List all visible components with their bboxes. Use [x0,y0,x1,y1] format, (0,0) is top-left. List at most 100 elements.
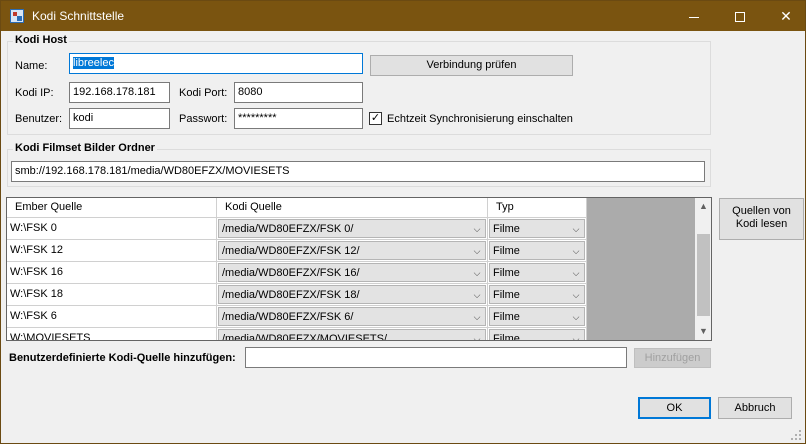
kodi-source-value: /media/WD80EFZX/FSK 16/ [222,267,360,279]
kodi-source-dropdown[interactable]: /media/WD80EFZX/FSK 6/ ⌵ [217,306,488,328]
scrollbar-thumb[interactable] [697,234,710,316]
type-dropdown[interactable]: Filme ⌵ [488,262,587,284]
read-sources-button[interactable]: Quellen von Kodi lesen [719,198,804,240]
dropdown-face: /media/WD80EFZX/FSK 0/ ⌵ [218,219,486,238]
column-header-type[interactable]: Typ [488,198,587,218]
type-value: Filme [493,289,520,301]
type-dropdown[interactable]: Filme ⌵ [488,240,587,262]
movieset-folder-legend: Kodi Filmset Bilder Ordner [13,142,157,154]
close-button[interactable]: ✕ [763,1,806,31]
port-field[interactable]: 8080 [234,82,363,103]
chevron-down-icon: ⌵ [473,246,481,256]
name-field[interactable]: libreelec [69,53,363,74]
dropdown-face: /media/WD80EFZX/FSK 18/ ⌵ [218,285,486,304]
chevron-down-icon: ⌵ [473,224,481,234]
ip-label: Kodi IP: [15,87,54,99]
type-dropdown[interactable]: Filme ⌵ [488,306,587,328]
dropdown-face: Filme ⌵ [489,263,585,282]
dropdown-face: Filme ⌵ [489,241,585,260]
dropdown-face: Filme ⌵ [489,307,585,326]
kodi-source-value: /media/WD80EFZX/FSK 18/ [222,289,360,301]
add-source-button[interactable]: Hinzufügen [634,348,711,368]
type-dropdown[interactable]: Filme ⌵ [488,284,587,306]
realtime-sync-label[interactable]: Echtzeit Synchronisierung einschalten [387,113,573,125]
dropdown-face: Filme ⌵ [489,285,585,304]
realtime-sync-checkbox[interactable]: ✓ [369,112,382,125]
chevron-down-icon: ⌵ [473,268,481,278]
cancel-button[interactable]: Abbruch [718,397,792,419]
grip-dot [795,434,797,436]
chevron-down-icon: ⌵ [572,246,580,256]
grip-dot [799,430,801,432]
sources-grid[interactable]: Ember Quelle Kodi Quelle Typ W:\FSK 0 /m… [6,197,712,341]
dropdown-face: /media/WD80EFZX/FSK 6/ ⌵ [218,307,486,326]
ok-button[interactable]: OK [638,397,711,419]
name-field-value: libreelec [73,57,114,69]
chevron-down-icon: ⌵ [572,334,580,341]
kodi-source-value: /media/WD80EFZX/FSK 12/ [222,245,360,257]
type-value: Filme [493,267,520,279]
read-sources-label: Quellen von Kodi lesen [732,205,791,230]
dropdown-face: Filme ⌵ [489,329,585,341]
type-dropdown[interactable]: Filme ⌵ [488,328,587,341]
ip-field[interactable]: 192.168.178.181 [69,82,170,103]
scroll-down-icon[interactable]: ▼ [695,323,711,340]
grip-dot [791,438,793,440]
type-value: Filme [493,223,520,235]
dropdown-face: /media/WD80EFZX/MOVIESETS/ ⌵ [218,329,486,341]
title-bar[interactable]: Kodi Schnittstelle ✕ [1,1,805,31]
close-icon: ✕ [780,8,792,24]
name-label: Name: [15,60,48,72]
chevron-down-icon: ⌵ [473,290,481,300]
scroll-up-icon[interactable]: ▲ [695,198,711,215]
password-field[interactable]: ********* [234,108,363,129]
minimize-icon [689,16,699,18]
movieset-path-field[interactable]: smb://192.168.178.181/media/WD80EFZX/MOV… [11,161,705,182]
grip-dot [795,438,797,440]
maximize-button[interactable] [717,1,763,31]
column-header-kodi-source[interactable]: Kodi Quelle [217,198,488,218]
type-value: Filme [493,333,520,341]
type-value: Filme [493,311,520,323]
app-icon [10,9,24,23]
check-connection-button[interactable]: Verbindung prüfen [370,55,573,76]
table-row-ember-cell[interactable]: W:\FSK 12 [7,240,217,262]
chevron-down-icon: ⌵ [572,290,580,300]
kodi-source-dropdown[interactable]: /media/WD80EFZX/FSK 16/ ⌵ [217,262,488,284]
kodi-source-dropdown[interactable]: /media/WD80EFZX/FSK 18/ ⌵ [217,284,488,306]
kodi-host-legend: Kodi Host [13,34,69,46]
password-label: Passwort: [179,113,228,125]
chevron-down-icon: ⌵ [473,334,481,341]
dropdown-face: Filme ⌵ [489,219,585,238]
table-row-ember-cell[interactable]: W:\FSK 18 [7,284,217,306]
table-row-ember-cell[interactable]: W:\FSK 16 [7,262,217,284]
port-label: Kodi Port: [179,87,228,99]
grid-vertical-scrollbar[interactable]: ▲ ▼ [695,198,711,340]
grip-dot [799,438,801,440]
table-row-ember-cell[interactable]: W:\FSK 0 [7,218,217,240]
kodi-source-dropdown[interactable]: /media/WD80EFZX/MOVIESETS/ ⌵ [217,328,488,341]
table-row-ember-cell[interactable]: W:\FSK 6 [7,306,217,328]
dialog-window: Kodi Schnittstelle ✕ Kodi Host Name: lib… [0,0,806,444]
kodi-source-value: /media/WD80EFZX/FSK 6/ [222,311,354,323]
chevron-down-icon: ⌵ [572,224,580,234]
user-field[interactable]: kodi [69,108,170,129]
chevron-down-icon: ⌵ [572,268,580,278]
minimize-button[interactable] [671,1,717,31]
kodi-source-value: /media/WD80EFZX/MOVIESETS/ [222,333,388,341]
column-header-ember-source[interactable]: Ember Quelle [7,198,217,218]
kodi-source-value: /media/WD80EFZX/FSK 0/ [222,223,354,235]
chevron-down-icon: ⌵ [473,312,481,322]
table-row-ember-cell[interactable]: W:\MOVIESETS [7,328,217,340]
chevron-down-icon: ⌵ [572,312,580,322]
kodi-source-dropdown[interactable]: /media/WD80EFZX/FSK 12/ ⌵ [217,240,488,262]
grip-dot [799,434,801,436]
type-value: Filme [493,245,520,257]
window-title: Kodi Schnittstelle [32,9,125,23]
kodi-source-dropdown[interactable]: /media/WD80EFZX/FSK 0/ ⌵ [217,218,488,240]
type-dropdown[interactable]: Filme ⌵ [488,218,587,240]
user-label: Benutzer: [15,113,63,125]
resize-grip-icon[interactable] [791,430,801,440]
custom-source-field[interactable] [245,347,627,368]
dropdown-face: /media/WD80EFZX/FSK 16/ ⌵ [218,263,486,282]
